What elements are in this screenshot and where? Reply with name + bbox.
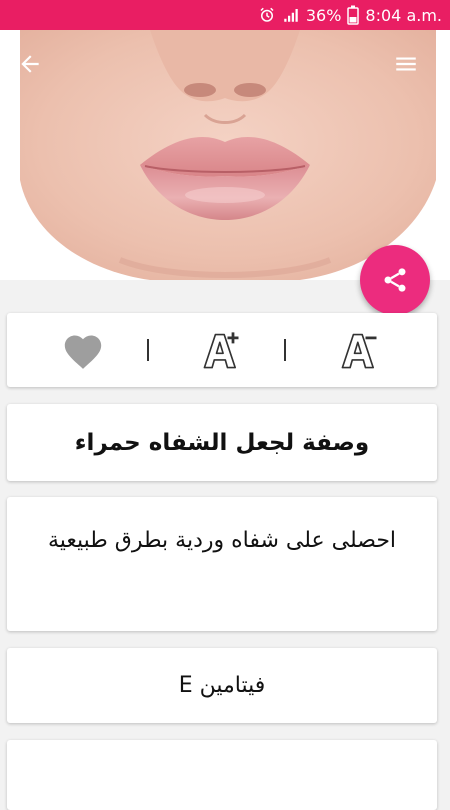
divider [284, 339, 286, 361]
battery-percent: 36% [305, 5, 342, 25]
font-decrease-button[interactable] [325, 313, 395, 387]
status-bar: 36% 8:04 a.m. [0, 0, 450, 30]
image-edge-right [436, 30, 450, 280]
arrow-back-icon [21, 55, 39, 73]
font-increase-icon [203, 332, 239, 369]
section-card: فيتامين E [7, 648, 437, 723]
status-time: 8:04 a.m. [365, 5, 442, 25]
font-increase-button[interactable] [187, 313, 257, 387]
divider [147, 339, 149, 361]
section-heading: فيتامين E [178, 673, 266, 698]
share-icon [384, 268, 406, 292]
share-button[interactable] [360, 245, 430, 315]
battery-icon [347, 5, 360, 25]
hamburger-menu-icon [396, 57, 416, 71]
back-button[interactable] [14, 48, 46, 80]
font-decrease-icon [341, 333, 377, 369]
alarm-icon [258, 6, 276, 24]
signal-icon [282, 6, 300, 24]
article-title-card: وصفة لجعل الشفاه حمراء [7, 404, 437, 481]
article-subtitle-card: احصلى على شفاه وردية بطرق طبيعية [7, 497, 437, 631]
favorite-button[interactable] [52, 313, 114, 387]
article-subtitle: احصلى على شفاه وردية بطرق طبيعية [47, 528, 397, 553]
menu-button[interactable] [390, 48, 422, 80]
header-image [0, 30, 450, 280]
lips-photo [20, 30, 436, 280]
actions-card [7, 313, 437, 387]
article-title: وصفة لجعل الشفاه حمراء [74, 429, 370, 456]
heart-icon [64, 335, 102, 369]
